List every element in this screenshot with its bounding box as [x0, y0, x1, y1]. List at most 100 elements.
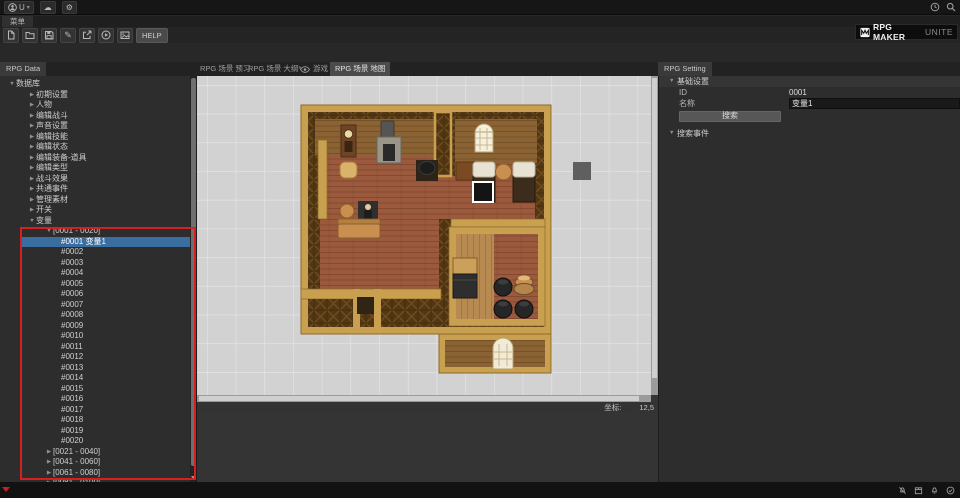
variable-label: #0018	[61, 415, 83, 426]
status-check-icon[interactable]	[946, 486, 955, 495]
tree-item[interactable]: ▶ 初期设置	[0, 90, 190, 101]
variable-label: #0017	[61, 405, 83, 416]
tree-collapsed-icon[interactable]: ▶	[45, 468, 53, 479]
search-icon[interactable]	[946, 2, 956, 12]
tree-item-variable[interactable]: #0005	[0, 279, 190, 290]
tree-scrollbar[interactable]	[190, 76, 197, 482]
tree-item-variable[interactable]: #0003	[0, 258, 190, 269]
tree-item[interactable]: ▶ 声音设置	[0, 121, 190, 132]
tree-group-0001-0020[interactable]: ▼ [0001 - 0020]	[0, 226, 190, 237]
package-icon[interactable]	[914, 486, 923, 495]
tree-item-variable[interactable]: #0016	[0, 394, 190, 405]
tree-collapsed-icon[interactable]: ▶	[28, 195, 36, 206]
tree-collapsed-icon[interactable]: ▶	[28, 100, 36, 111]
tree-collapsed-icon[interactable]: ▶	[45, 447, 53, 458]
tree-item[interactable]: ▶ 共通事件	[0, 184, 190, 195]
tree-item[interactable]: ▶ 开关	[0, 205, 190, 216]
history-icon[interactable]	[930, 2, 940, 12]
tab-scene-outline[interactable]: RPG 场景 大纲*	[248, 62, 301, 76]
tree-item[interactable]: ▶ 编辑战斗	[0, 111, 190, 122]
tree-item-variable[interactable]: #0002	[0, 247, 190, 258]
tree-item-variable[interactable]: #0011	[0, 342, 190, 353]
group-search-events[interactable]: ▼ 搜索事件	[659, 128, 960, 139]
tab-scene-preview[interactable]: RPG 场景 预习	[200, 62, 250, 76]
group-basic-settings[interactable]: ▼ 基础设置	[659, 76, 960, 87]
tree-collapsed-icon[interactable]: ▶	[28, 132, 36, 143]
tree-collapsed-icon[interactable]: ▶	[45, 457, 53, 468]
tree-item[interactable]: ▶ 战斗效果	[0, 174, 190, 185]
tree-item-variable[interactable]: #0009	[0, 321, 190, 332]
cloud-button[interactable]: ☁	[40, 1, 56, 14]
tree-collapsed-icon[interactable]: ▶	[28, 90, 36, 101]
tree-item-variable[interactable]: #0015	[0, 384, 190, 395]
tree-collapsed-icon[interactable]: ▶	[28, 205, 36, 216]
tree-expanded-icon[interactable]: ▼	[669, 76, 677, 87]
tree-group[interactable]: ▶ [0021 - 0040]	[0, 447, 190, 458]
tree-group[interactable]: ▶ [0061 - 0080]	[0, 468, 190, 479]
settings-button[interactable]: ⚙	[62, 1, 77, 14]
edit-button[interactable]: ✎	[60, 28, 76, 43]
tab-scene-map[interactable]: RPG 场景 地图	[330, 62, 390, 76]
play-button[interactable]	[98, 28, 114, 43]
tree-item[interactable]: ▶ 编辑装备-道具	[0, 153, 190, 164]
tree-item-variable[interactable]: #0014	[0, 373, 190, 384]
tile-cursor[interactable]	[473, 182, 493, 202]
notifications-icon[interactable]	[930, 486, 939, 495]
tree-collapsed-icon[interactable]: ▶	[28, 142, 36, 153]
menu-tab[interactable]: 菜单	[2, 16, 33, 27]
mute-icon[interactable]	[898, 486, 907, 495]
tree-item-variables[interactable]: ▼ 变量	[0, 216, 190, 227]
tree-item-variable[interactable]: #0020	[0, 436, 190, 447]
help-button[interactable]: HELP	[136, 28, 168, 43]
tree-item[interactable]: ▶ 人物	[0, 100, 190, 111]
tree-item-variable[interactable]: #0012	[0, 352, 190, 363]
tab-rpg-data[interactable]: RPG Data	[0, 62, 46, 76]
tree-item-variable[interactable]: #0017	[0, 405, 190, 416]
variable-label: #0016	[61, 394, 83, 405]
tree-scrollbar-thumb[interactable]	[191, 78, 196, 466]
tree-group-label: [0061 - 0080]	[53, 468, 100, 479]
selected-tile-marker[interactable]	[573, 162, 591, 180]
open-project-button[interactable]	[22, 28, 38, 43]
map-vscroll-thumb[interactable]	[652, 78, 657, 378]
map-horizontal-scrollbar[interactable]	[197, 395, 651, 402]
tree-item[interactable]: ▶ 管理素材	[0, 195, 190, 206]
save-button[interactable]	[41, 28, 57, 43]
new-project-button[interactable]	[3, 28, 19, 43]
tree-expanded-icon[interactable]: ▼	[669, 128, 677, 139]
tree-group[interactable]: ▶ [0041 - 0060]	[0, 457, 190, 468]
account-button[interactable]: U ▾	[4, 1, 34, 14]
tree-collapsed-icon[interactable]: ▶	[28, 174, 36, 185]
tree-item-variable[interactable]: #0013	[0, 363, 190, 374]
tree-item-variable[interactable]: #0018	[0, 415, 190, 426]
tree-item-variable-selected[interactable]: #0001 变量1	[21, 237, 190, 248]
tree-item-variable[interactable]: #0006	[0, 289, 190, 300]
tree-root-database[interactable]: ▼ 数据库	[0, 79, 190, 90]
tree-expanded-icon[interactable]: ▼	[28, 216, 36, 227]
tab-game[interactable]: 游戏	[300, 62, 328, 76]
tree-collapsed-icon[interactable]: ▶	[28, 153, 36, 164]
tree-item-variable[interactable]: #0007	[0, 300, 190, 311]
tree-collapsed-icon[interactable]: ▶	[28, 121, 36, 132]
map-canvas[interactable]	[197, 76, 651, 395]
tree-item-variable[interactable]: #0008	[0, 310, 190, 321]
tab-rpg-setting[interactable]: RPG Setting	[658, 62, 712, 76]
export-button[interactable]	[79, 28, 95, 43]
tree-item-variable[interactable]: #0010	[0, 331, 190, 342]
tree-expanded-icon[interactable]: ▼	[8, 79, 16, 90]
tree-item-variable[interactable]: #0019	[0, 426, 190, 437]
map-hscroll-thumb[interactable]	[199, 396, 639, 401]
tree-collapsed-icon[interactable]: ▶	[28, 163, 36, 174]
map-vertical-scrollbar[interactable]	[651, 76, 658, 395]
tree-collapsed-icon[interactable]: ▶	[28, 111, 36, 122]
tree-item[interactable]: ▶ 编辑技能	[0, 132, 190, 143]
variable-label: #0019	[61, 426, 83, 437]
tree-collapsed-icon[interactable]: ▶	[28, 184, 36, 195]
search-button[interactable]: 搜索	[679, 111, 781, 122]
image-button[interactable]	[117, 28, 133, 43]
tree-item[interactable]: ▶ 编辑类型	[0, 163, 190, 174]
tree-item[interactable]: ▶ 编辑状态	[0, 142, 190, 153]
tree-item-variable[interactable]: #0004	[0, 268, 190, 279]
name-input[interactable]	[789, 98, 960, 109]
tree-expanded-icon[interactable]: ▼	[45, 226, 53, 237]
